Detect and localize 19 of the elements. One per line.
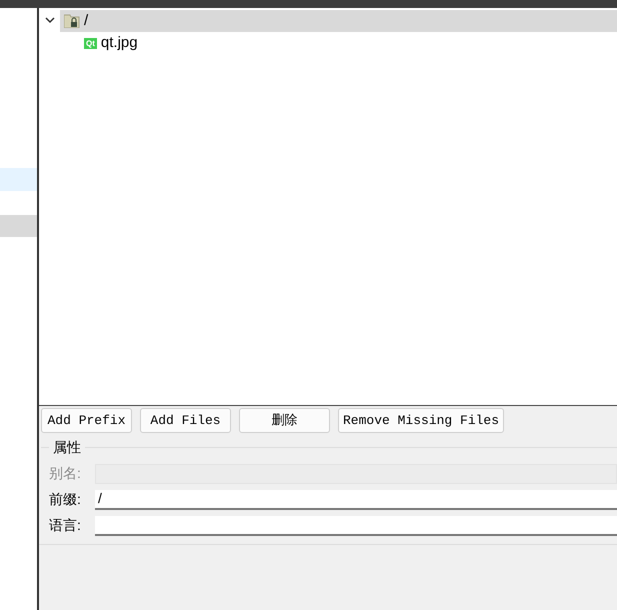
tree-item[interactable]: Qt qt.jpg [80,32,617,54]
toolbar-button[interactable]: 删除 [239,408,330,433]
item-label: / [84,10,88,31]
tree-item[interactable]: / [60,10,617,32]
folder-lock-icon [64,14,80,28]
side-row[interactable] [0,215,37,237]
field-label: 语言: [49,516,82,535]
side-row[interactable] [0,168,37,191]
input-field[interactable] [95,516,617,536]
item-label: qt.jpg [100,32,138,53]
field-label: 前缀: [49,490,82,509]
file-badge: Qt [84,38,97,48]
chevron-icon[interactable] [45,17,55,25]
toolbar-button[interactable]: Add Prefix [41,408,132,433]
toolbar-button[interactable]: Remove Missing Files [338,408,504,433]
toolbar-button[interactable]: Add Files [140,408,231,433]
group-title: 属性 [52,438,82,457]
field-label: 别名: [49,464,82,483]
input-field[interactable]: / [95,490,617,510]
